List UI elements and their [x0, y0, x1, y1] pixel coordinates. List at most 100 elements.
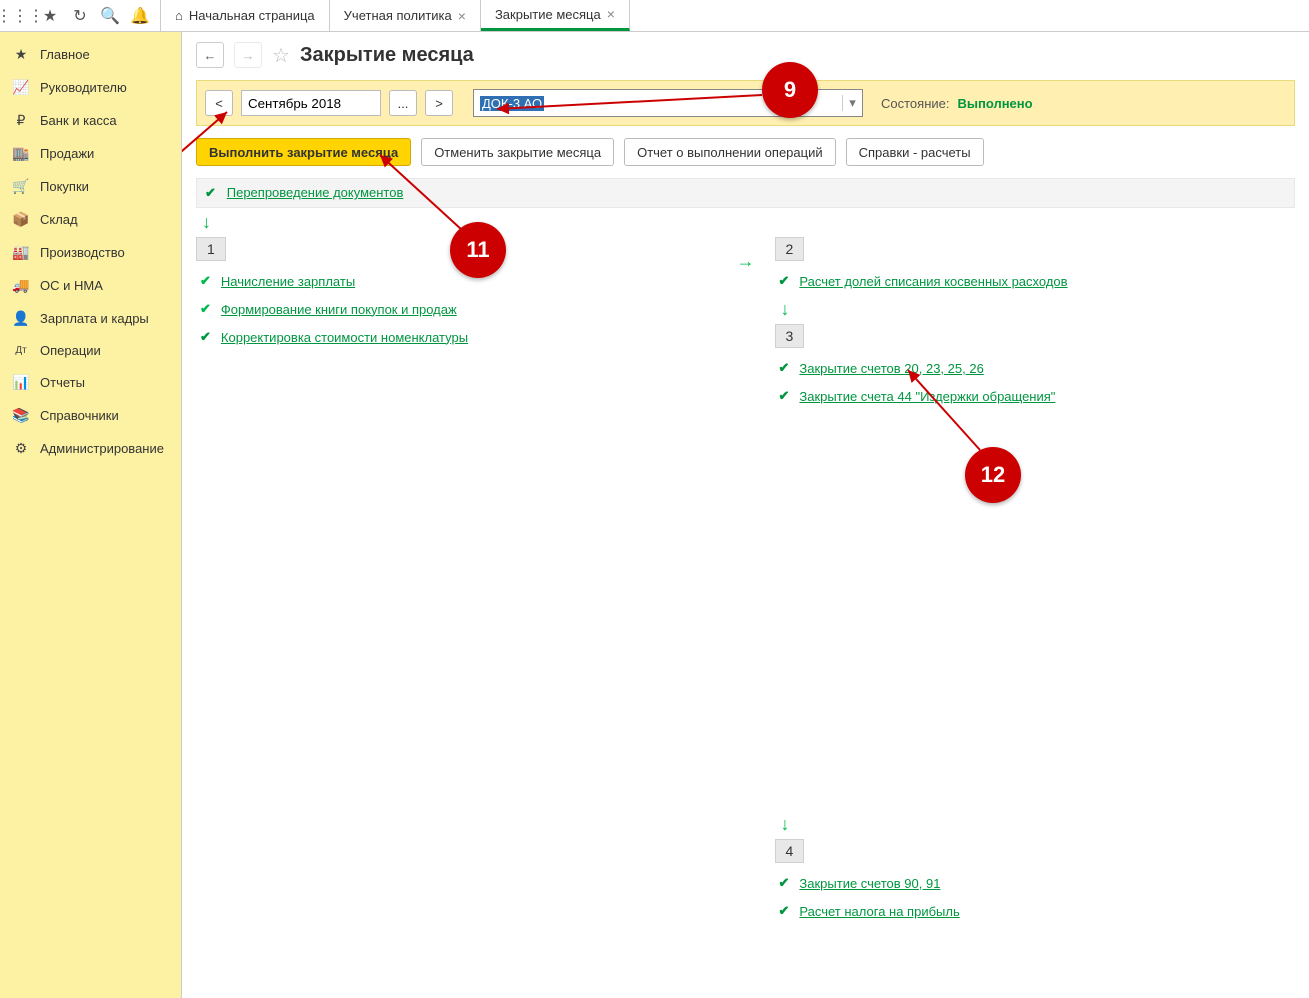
sidebar-item-label: Администрирование: [40, 441, 164, 456]
period-next-button[interactable]: >: [425, 90, 453, 116]
stage-1: 1 ✔ Начисление зарплаты ✔ Формирование кни…: [196, 237, 717, 925]
period-prev-button[interactable]: <: [205, 90, 233, 116]
check-icon: ✔: [200, 329, 211, 345]
sidebar-item-label: Покупки: [40, 179, 89, 194]
star-icon: ★: [12, 46, 30, 63]
back-button[interactable]: ←: [196, 42, 224, 68]
stage1-item[interactable]: Корректировка стоимости номенклатуры: [221, 330, 468, 345]
callout-11: 11: [450, 222, 506, 278]
sidebar-item-sales[interactable]: 🏬 Продажи: [0, 137, 181, 170]
history-icon[interactable]: ↻: [68, 4, 92, 28]
sidebar-item-salary[interactable]: 👤 Зарплата и кадры: [0, 302, 181, 335]
sidebar-item-purchases[interactable]: 🛒 Покупки: [0, 170, 181, 203]
reprov-link[interactable]: Перепроведение документов: [227, 185, 404, 200]
tab-label: Закрытие месяца: [495, 7, 601, 22]
close-icon[interactable]: ×: [607, 6, 615, 22]
stage-3: 3 ✔Закрытие счетов 20, 23, 25, 26 ✔Закры…: [775, 324, 1296, 410]
period-input[interactable]: [241, 90, 381, 116]
sidebar-item-operations[interactable]: ДтОперации: [0, 335, 181, 366]
check-icon: ✔: [779, 360, 790, 376]
tabs: ⌂ Начальная страница Учетная политика × …: [161, 0, 630, 31]
sidebar-item-label: Руководителю: [40, 80, 127, 95]
check-icon: ✔: [779, 388, 790, 404]
sidebar-item-assets[interactable]: 🚚 ОС и НМА: [0, 269, 181, 302]
status-label: Состояние:: [881, 96, 949, 111]
cancel-closing-button[interactable]: Отменить закрытие месяца: [421, 138, 614, 166]
down-arrow-icon: ↓: [781, 299, 1290, 320]
chart-icon: 📈: [12, 79, 30, 96]
stage-2: 2 ✔ Расчет долей списания косвенных расхо…: [775, 237, 1296, 295]
cart-icon: 🛒: [12, 178, 30, 195]
box-icon: 📦: [12, 211, 30, 228]
stage-number: 1: [196, 237, 226, 261]
reprov-row: ✔ Перепроведение документов: [196, 178, 1295, 208]
chevron-down-icon[interactable]: ▾: [842, 95, 862, 111]
down-arrow-icon: ↓: [202, 212, 1289, 233]
sidebar-item-bank[interactable]: ₽ Банк и касса: [0, 104, 181, 137]
tab-home[interactable]: ⌂ Начальная страница: [161, 0, 330, 31]
content: ← → ☆ Закрытие месяца < ... > ДОК-3 АО ▾…: [182, 32, 1309, 998]
stage1-item[interactable]: Формирование книги покупок и продаж: [221, 302, 457, 317]
sidebar-item-label: Продажи: [40, 146, 94, 161]
page-head: ← → ☆ Закрытие месяца: [196, 42, 1295, 68]
sidebar-item-label: ОС и НМА: [40, 278, 103, 293]
stage3-item[interactable]: Закрытие счетов 20, 23, 25, 26: [799, 361, 983, 376]
forward-button[interactable]: →: [234, 42, 262, 68]
callout-12: 12: [965, 447, 1021, 503]
check-icon: ✔: [200, 273, 211, 289]
bell-icon[interactable]: 🔔: [128, 4, 152, 28]
stage-4: 4 ✔Закрытие счетов 90, 91 ✔Расчет налога…: [775, 839, 1296, 925]
close-icon[interactable]: ×: [458, 8, 466, 24]
sidebar-item-manager[interactable]: 📈 Руководителю: [0, 71, 181, 104]
stage4-item[interactable]: Закрытие счетов 90, 91: [799, 876, 940, 891]
references-button[interactable]: Справки - расчеты: [846, 138, 984, 166]
sidebar: ★ Главное 📈 Руководителю ₽ Банк и касса 🏬 Пр…: [0, 32, 182, 998]
right-arrow-icon: →: [737, 251, 755, 272]
sidebar-item-warehouse[interactable]: 📦 Склад: [0, 203, 181, 236]
check-icon: ✔: [779, 875, 790, 891]
sidebar-item-label: Главное: [40, 47, 90, 62]
apps-icon[interactable]: ⋮⋮⋮: [8, 4, 32, 28]
stage2-item[interactable]: Расчет долей списания косвенных расходов: [799, 274, 1067, 289]
status-value: Выполнено: [957, 96, 1032, 111]
stage1-item[interactable]: Начисление зарплаты: [221, 274, 355, 289]
truck-icon: 🚚: [12, 277, 30, 294]
sidebar-item-production[interactable]: 🏭Производство: [0, 236, 181, 269]
stage3-item[interactable]: Закрытие счета 44 "Издержки обращения": [799, 389, 1055, 404]
stage-number: 2: [775, 237, 805, 261]
stage4-item[interactable]: Расчет налога на прибыль: [799, 904, 959, 919]
home-icon: ⌂: [175, 8, 183, 23]
tab-policy[interactable]: Учетная политика ×: [330, 0, 481, 31]
store-icon: 🏬: [12, 145, 30, 162]
star-icon[interactable]: ★: [38, 4, 62, 28]
sidebar-item-admin[interactable]: ⚙ Администрирование: [0, 432, 181, 465]
person-icon: 👤: [12, 310, 30, 327]
sidebar-item-reports[interactable]: 📊Отчеты: [0, 366, 181, 399]
run-closing-button[interactable]: Выполнить закрытие месяца: [196, 138, 411, 166]
sidebar-item-main[interactable]: ★ Главное: [0, 38, 181, 71]
tab-label: Учетная политика: [344, 8, 452, 23]
period-select-button[interactable]: ...: [389, 90, 417, 116]
books-icon: 📚: [12, 407, 30, 424]
sidebar-item-label: Склад: [40, 212, 78, 227]
favorite-icon[interactable]: ☆: [272, 43, 290, 68]
callout-9: 9: [762, 62, 818, 118]
sidebar-item-label: Банк и касса: [40, 113, 117, 128]
sidebar-item-label: Операции: [40, 343, 101, 358]
operations-report-button[interactable]: Отчет о выполнении операций: [624, 138, 836, 166]
tab-closing[interactable]: Закрытие месяца ×: [481, 0, 630, 31]
period-bar: < ... > ДОК-3 АО ▾ Состояние: Выполнено: [196, 80, 1295, 126]
page-title: Закрытие месяца: [300, 44, 474, 67]
check-icon: ✔: [779, 273, 790, 289]
sidebar-item-label: Отчеты: [40, 375, 85, 390]
check-icon: ✔: [205, 185, 216, 200]
ruble-icon: ₽: [12, 112, 30, 129]
sidebar-item-label: Справочники: [40, 408, 119, 423]
sidebar-item-catalogs[interactable]: 📚 Справочники: [0, 399, 181, 432]
search-icon[interactable]: 🔍: [98, 4, 122, 28]
gear-icon: ⚙: [12, 440, 30, 457]
right-column: 2 ✔ Расчет долей списания косвенных расхо…: [775, 237, 1296, 925]
sidebar-item-label: Зарплата и кадры: [40, 311, 149, 326]
topbar-icons: ⋮⋮⋮ ★ ↻ 🔍 🔔: [0, 0, 161, 31]
stage-number: 4: [775, 839, 805, 863]
